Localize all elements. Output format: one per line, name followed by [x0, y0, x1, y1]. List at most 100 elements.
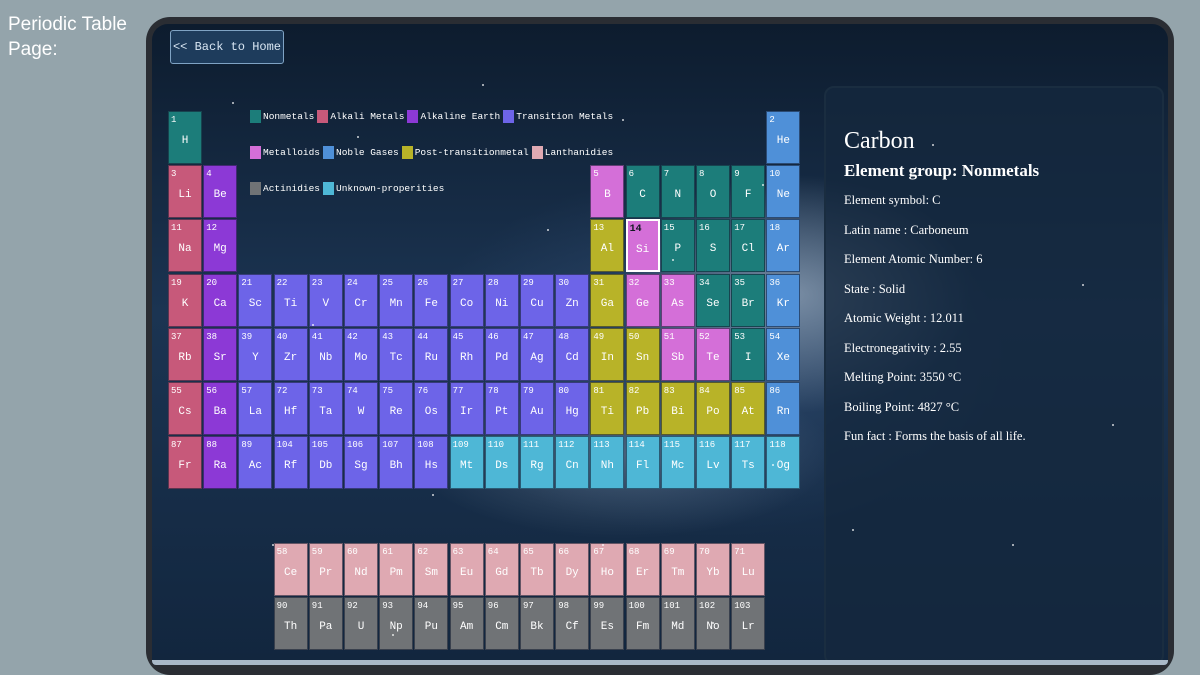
- element-cell-hs[interactable]: 108 Hs: [414, 436, 449, 489]
- element-cell-ho[interactable]: 67 Ho: [590, 543, 625, 596]
- element-cell-pu[interactable]: 94 Pu: [414, 597, 449, 650]
- element-cell-mo[interactable]: 42 Mo: [344, 328, 378, 381]
- element-cell-pa[interactable]: 91 Pa: [308, 597, 343, 650]
- element-cell-np[interactable]: 93 Np: [379, 597, 414, 650]
- element-cell-u[interactable]: 92 U: [344, 597, 378, 650]
- element-cell-eu[interactable]: 63 Eu: [449, 543, 484, 596]
- element-cell-cd[interactable]: 48 Cd: [555, 328, 590, 381]
- element-cell-hg[interactable]: 80 Hg: [555, 382, 590, 435]
- element-cell-h[interactable]: 1H: [168, 111, 202, 164]
- element-cell-p[interactable]: 15 P: [660, 219, 695, 272]
- element-cell-es[interactable]: 99 Es: [590, 597, 625, 650]
- element-cell-rf[interactable]: 104 Rf: [273, 436, 308, 489]
- element-cell-f[interactable]: 9F: [731, 165, 766, 218]
- element-cell-tb[interactable]: 65 Tb: [520, 543, 554, 596]
- element-cell-ir[interactable]: 77 Ir: [449, 382, 484, 435]
- element-cell-os[interactable]: 76 Os: [414, 382, 449, 435]
- element-cell-pr[interactable]: 59 Pr: [308, 543, 343, 596]
- element-cell-ac[interactable]: 89 Ac: [238, 436, 273, 489]
- element-cell-ar[interactable]: 18 Ar: [766, 219, 801, 272]
- element-cell-ni[interactable]: 28 Ni: [484, 274, 519, 327]
- element-cell-mt[interactable]: 109 Mt: [449, 436, 484, 489]
- element-cell-mc[interactable]: 115 Mc: [660, 436, 695, 489]
- element-cell-tc[interactable]: 43 Tc: [379, 328, 414, 381]
- element-cell-la[interactable]: 57 La: [238, 382, 273, 435]
- element-cell-ds[interactable]: 110 Ds: [484, 436, 519, 489]
- element-cell-s[interactable]: 16 S: [696, 219, 730, 272]
- element-cell-sr[interactable]: 38 Sr: [203, 328, 238, 381]
- element-cell-er[interactable]: 68 Er: [625, 543, 660, 596]
- element-cell-ti[interactable]: 81 Ti: [590, 382, 625, 435]
- element-cell-ra[interactable]: 88 Ra: [203, 436, 238, 489]
- element-cell-ge[interactable]: 32 Ge: [625, 274, 660, 327]
- element-cell-c[interactable]: 6C: [625, 165, 660, 218]
- element-cell-lv[interactable]: 116 Lv: [696, 436, 730, 489]
- element-cell-au[interactable]: 79 Au: [520, 382, 554, 435]
- element-cell-po[interactable]: 84 Po: [696, 382, 730, 435]
- element-cell-ca[interactable]: 20 Ca: [203, 274, 238, 327]
- element-cell-se[interactable]: 34 Se: [696, 274, 730, 327]
- element-cell-zr[interactable]: 40 Zr: [273, 328, 308, 381]
- element-cell-dy[interactable]: 66 Dy: [555, 543, 590, 596]
- element-cell-he[interactable]: 2 He: [766, 111, 801, 164]
- element-cell-ce[interactable]: 58 Ce: [273, 543, 308, 596]
- element-cell-kr[interactable]: 36 Kr: [766, 274, 801, 327]
- element-cell-nd[interactable]: 60 Nd: [344, 543, 378, 596]
- element-cell-at[interactable]: 85 At: [731, 382, 766, 435]
- element-cell-bi[interactable]: 83 Bi: [660, 382, 695, 435]
- element-cell-i[interactable]: 53 I: [731, 328, 766, 381]
- element-cell-lr[interactable]: 103 Lr: [731, 597, 766, 650]
- element-cell-ba[interactable]: 56 Ba: [203, 382, 238, 435]
- element-cell-ts[interactable]: 117 Ts: [731, 436, 766, 489]
- element-cell-zn[interactable]: 30 Zn: [555, 274, 590, 327]
- element-cell-in[interactable]: 49 In: [590, 328, 625, 381]
- element-cell-gd[interactable]: 64 Gd: [484, 543, 519, 596]
- element-cell-sm[interactable]: 62 Sm: [414, 543, 449, 596]
- element-cell-mg[interactable]: 12 Mg: [203, 219, 238, 272]
- element-cell-ru[interactable]: 44 Ru: [414, 328, 449, 381]
- element-cell-si[interactable]: 14 Si: [625, 219, 660, 272]
- element-cell-co[interactable]: 27 Co: [449, 274, 484, 327]
- element-cell-o[interactable]: 8O: [696, 165, 730, 218]
- element-cell-be[interactable]: 4 Be: [203, 165, 238, 218]
- element-cell-bh[interactable]: 107 Bh: [379, 436, 414, 489]
- element-cell-cm[interactable]: 96 Cm: [484, 597, 519, 650]
- element-cell-cl[interactable]: 17 Cl: [731, 219, 766, 272]
- element-cell-fm[interactable]: 100 Fm: [625, 597, 660, 650]
- element-cell-fl[interactable]: 114 Fl: [625, 436, 660, 489]
- element-cell-ti[interactable]: 22 Ti: [273, 274, 308, 327]
- element-cell-b[interactable]: 5B: [590, 165, 625, 218]
- element-cell-w[interactable]: 74 W: [344, 382, 378, 435]
- element-cell-sb[interactable]: 51 Sb: [660, 328, 695, 381]
- element-cell-md[interactable]: 101 Md: [660, 597, 695, 650]
- element-cell-db[interactable]: 105 Db: [308, 436, 343, 489]
- element-cell-cn[interactable]: 112 Cn: [555, 436, 590, 489]
- element-cell-pd[interactable]: 46 Pd: [484, 328, 519, 381]
- element-cell-pt[interactable]: 78 Pt: [484, 382, 519, 435]
- element-cell-cf[interactable]: 98 Cf: [555, 597, 590, 650]
- element-cell-ag[interactable]: 47 Ag: [520, 328, 554, 381]
- element-cell-k[interactable]: 19 K: [168, 274, 202, 327]
- element-cell-hf[interactable]: 72 Hf: [273, 382, 308, 435]
- element-cell-cs[interactable]: 55 Cs: [168, 382, 202, 435]
- element-cell-n[interactable]: 7N: [660, 165, 695, 218]
- element-cell-rb[interactable]: 37 Rb: [168, 328, 202, 381]
- back-to-home-button[interactable]: << Back to Home: [170, 30, 284, 64]
- element-cell-re[interactable]: 75 Re: [379, 382, 414, 435]
- element-cell-sc[interactable]: 21 Sc: [238, 274, 273, 327]
- element-cell-pm[interactable]: 61 Pm: [379, 543, 414, 596]
- element-cell-li[interactable]: 3 Li: [168, 165, 202, 218]
- element-cell-v[interactable]: 23 V: [308, 274, 343, 327]
- element-cell-ta[interactable]: 73 Ta: [308, 382, 343, 435]
- element-cell-sg[interactable]: 106 Sg: [344, 436, 378, 489]
- element-cell-rh[interactable]: 45 Rh: [449, 328, 484, 381]
- element-cell-am[interactable]: 95 Am: [449, 597, 484, 650]
- element-cell-mn[interactable]: 25 Mn: [379, 274, 414, 327]
- element-cell-yb[interactable]: 70 Yb: [696, 543, 730, 596]
- element-cell-rn[interactable]: 86 Rn: [766, 382, 801, 435]
- element-cell-fe[interactable]: 26 Fe: [414, 274, 449, 327]
- element-cell-bk[interactable]: 97 Bk: [520, 597, 554, 650]
- element-cell-og[interactable]: 118 Og: [766, 436, 801, 489]
- element-cell-ga[interactable]: 31 Ga: [590, 274, 625, 327]
- element-cell-th[interactable]: 90 Th: [273, 597, 308, 650]
